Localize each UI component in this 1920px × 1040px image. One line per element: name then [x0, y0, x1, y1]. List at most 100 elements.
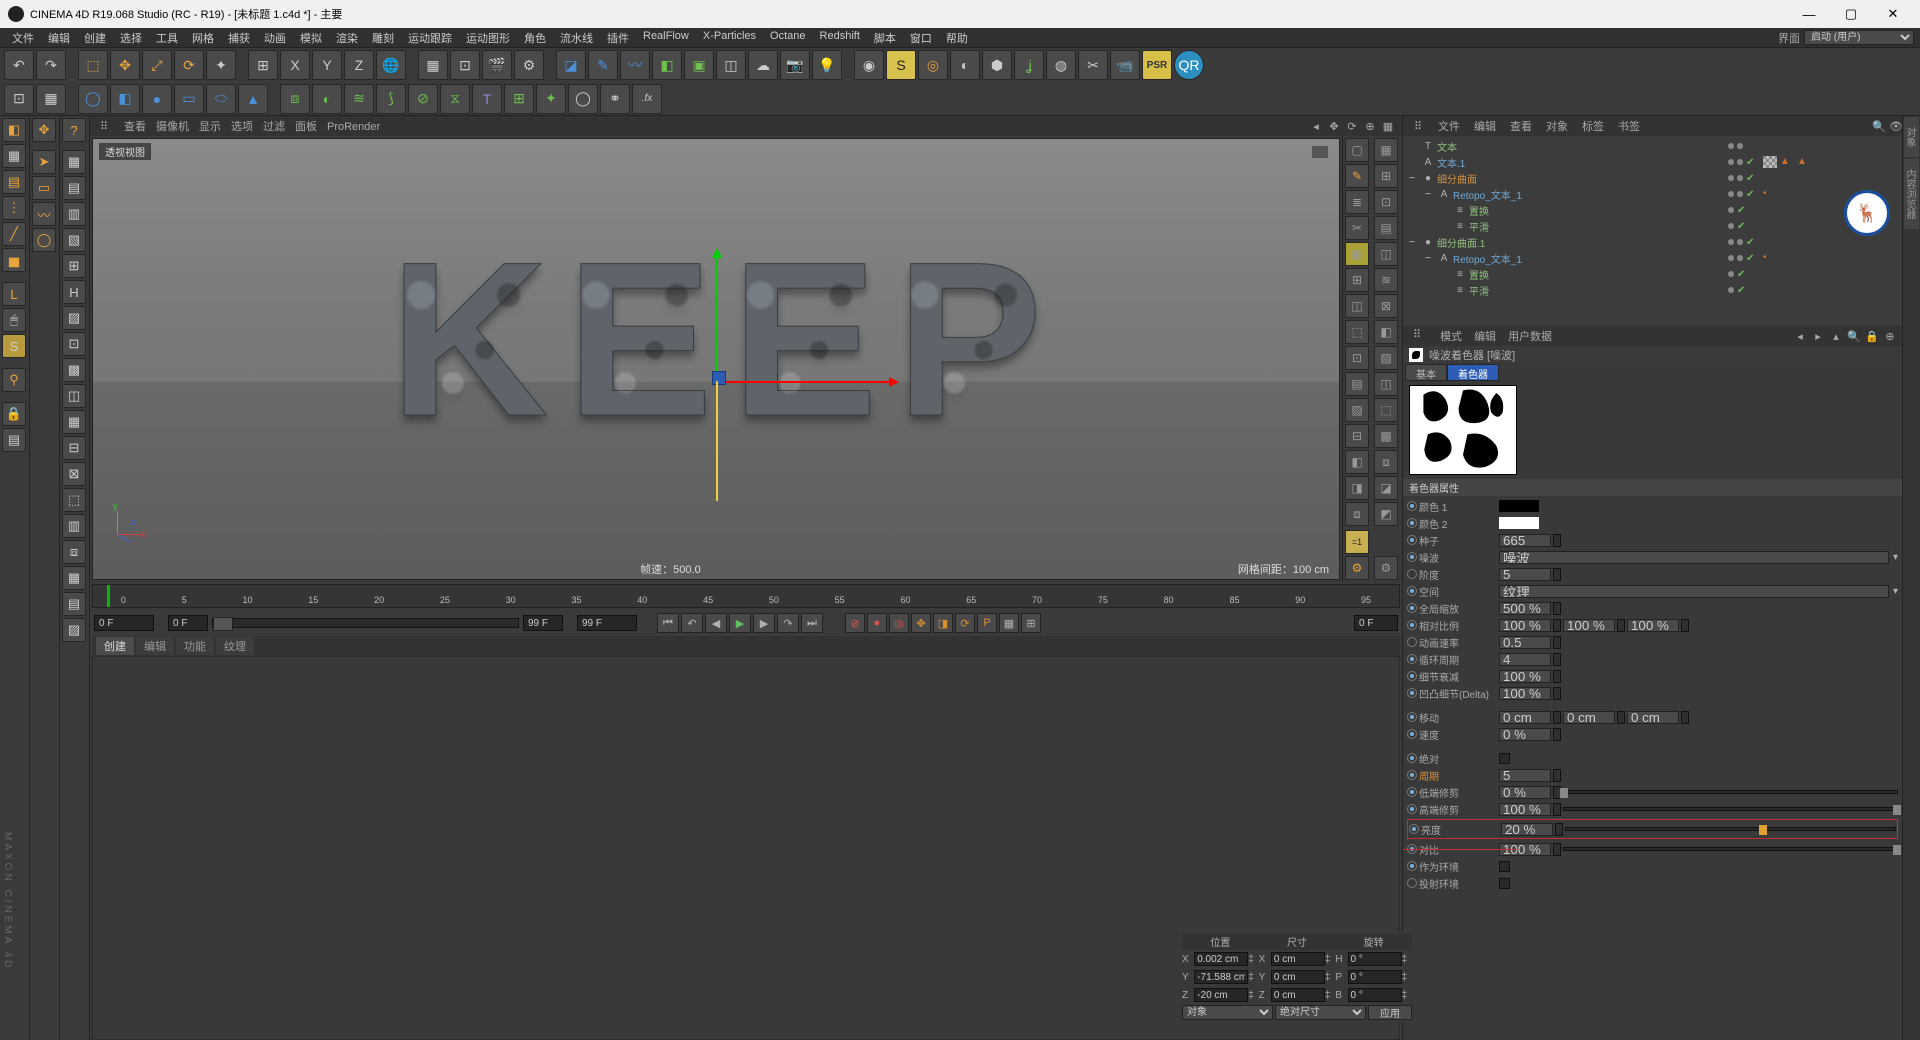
- mesh-cmd-15[interactable]: ▥: [62, 514, 86, 538]
- axis-mode[interactable]: L: [2, 282, 26, 306]
- rvtb-3[interactable]: ⊡: [1374, 190, 1398, 214]
- rvt-5[interactable]: ⊞: [1345, 268, 1369, 292]
- viewport-tab[interactable]: 面板: [290, 120, 322, 134]
- vp-nav-2[interactable]: ✥: [1326, 118, 1342, 134]
- menu-item[interactable]: 插件: [601, 28, 635, 48]
- plugin-j-button[interactable]: ʝ: [1014, 50, 1044, 80]
- qr-button[interactable]: QR: [1174, 50, 1204, 80]
- render-region-button[interactable]: ⊡: [450, 50, 480, 80]
- menu-item[interactable]: 编辑: [42, 28, 76, 48]
- vp-nav-3[interactable]: ⟳: [1344, 118, 1360, 134]
- loft-button[interactable]: ≋: [344, 84, 374, 114]
- frame-end-field[interactable]: [577, 615, 637, 631]
- edge-tab-2[interactable]: 内容浏览器: [1904, 159, 1919, 229]
- menu-item[interactable]: 工具: [150, 28, 184, 48]
- knife-tool[interactable]: ✂: [1078, 50, 1108, 80]
- rvt-3[interactable]: ✂: [1345, 216, 1369, 240]
- rvtb-13[interactable]: ⧈: [1374, 450, 1398, 474]
- menu-item[interactable]: 创建: [78, 28, 112, 48]
- x-axis-button[interactable]: X: [280, 50, 310, 80]
- menu-item[interactable]: 运动跟踪: [402, 28, 458, 48]
- value-input[interactable]: [1501, 823, 1553, 836]
- object-row[interactable]: ≡平滑✔: [1407, 218, 1898, 234]
- menu-item[interactable]: 模拟: [294, 28, 328, 48]
- next-frame-button[interactable]: ▶: [753, 613, 775, 633]
- attr-tab[interactable]: 基本: [1405, 364, 1447, 381]
- xparticles-button[interactable]: ⬢: [982, 50, 1012, 80]
- rvt-8[interactable]: ⊡: [1345, 346, 1369, 370]
- rot-input[interactable]: [1348, 952, 1402, 966]
- scale-tool[interactable]: ⤢: [142, 50, 172, 80]
- mesh-cmd-19[interactable]: ▨: [62, 618, 86, 642]
- menu-item[interactable]: 窗口: [904, 28, 938, 48]
- cube-button[interactable]: ◧: [110, 84, 140, 114]
- shader-preview[interactable]: [1409, 385, 1517, 475]
- range-end-field[interactable]: [523, 615, 563, 631]
- next-key-button[interactable]: ↷: [777, 613, 799, 633]
- menu-item[interactable]: 选择: [114, 28, 148, 48]
- grip-icon[interactable]: ⠿: [1407, 119, 1423, 134]
- value-input[interactable]: [1499, 687, 1551, 700]
- objmgr-tab[interactable]: 查看: [1503, 120, 1539, 134]
- gear-icon[interactable]: ⚙: [1345, 556, 1369, 580]
- redo-button[interactable]: ↷: [36, 50, 66, 80]
- mesh-cmd-16[interactable]: ⧈: [62, 540, 86, 564]
- mesh-cmd-10[interactable]: ◫: [62, 384, 86, 408]
- coord-mode-select[interactable]: 对象: [1182, 1005, 1273, 1020]
- attr-tab[interactable]: 着色器: [1447, 364, 1499, 381]
- vp-nav-5[interactable]: ▦: [1380, 118, 1396, 134]
- frame-1-button[interactable]: =1: [1345, 530, 1369, 554]
- value-input[interactable]: [1627, 711, 1679, 724]
- viewport-tab[interactable]: 显示: [194, 120, 226, 134]
- undo-button[interactable]: ↶: [4, 50, 34, 80]
- objmgr-tab[interactable]: 对象: [1539, 120, 1575, 134]
- rvtb-7[interactable]: ⊠: [1374, 294, 1398, 318]
- eye-icon[interactable]: 👁: [1882, 119, 1898, 134]
- key-pla-button[interactable]: ▦: [999, 613, 1019, 633]
- move-icon[interactable]: ✥: [32, 118, 56, 142]
- rect-select[interactable]: ▭: [32, 176, 56, 200]
- menu-item[interactable]: Octane: [764, 28, 811, 48]
- search-icon[interactable]: 🔍: [1865, 119, 1881, 134]
- sweep-button[interactable]: ⟆: [376, 84, 406, 114]
- menu-item[interactable]: 角色: [518, 28, 552, 48]
- frame-current-field[interactable]: [1354, 615, 1398, 631]
- plugin-octane-button[interactable]: ◎: [918, 50, 948, 80]
- workplane-mode[interactable]: ▤: [2, 170, 26, 194]
- pos-input[interactable]: [1194, 970, 1248, 984]
- model-mode[interactable]: 🖱: [2, 308, 26, 332]
- edge-tab-1[interactable]: 对象: [1904, 117, 1919, 157]
- select-input[interactable]: [1499, 551, 1889, 564]
- psr-button[interactable]: PSR: [1142, 50, 1172, 80]
- menu-item[interactable]: X-Particles: [697, 28, 762, 48]
- z-axis-button[interactable]: Z: [344, 50, 374, 80]
- vp-nav-4[interactable]: ⊕: [1362, 118, 1378, 134]
- mesh-cmd-2[interactable]: ▤: [62, 176, 86, 200]
- material-tab[interactable]: 纹理: [216, 637, 254, 655]
- select-input[interactable]: [1499, 585, 1889, 598]
- rvtb-14[interactable]: ◪: [1374, 476, 1398, 500]
- polygon-mode[interactable]: ▅: [2, 248, 26, 272]
- rvtb-11[interactable]: ⬚: [1374, 398, 1398, 422]
- slider[interactable]: [1563, 790, 1898, 794]
- object-row[interactable]: ≡置换✔: [1407, 266, 1898, 282]
- object-row[interactable]: −ARetopo_文本_1✔•: [1407, 186, 1898, 202]
- checkbox[interactable]: [1499, 753, 1510, 764]
- value-input[interactable]: [1627, 619, 1679, 632]
- value-input[interactable]: [1499, 803, 1551, 816]
- search-icon[interactable]: 🔍: [1846, 329, 1862, 343]
- viewport-tab[interactable]: ProRender: [322, 120, 385, 134]
- layout-select[interactable]: 启动 (用户): [1804, 30, 1914, 45]
- size-input[interactable]: [1271, 988, 1325, 1002]
- slider[interactable]: [1565, 827, 1896, 831]
- material-tab[interactable]: 功能: [176, 637, 214, 655]
- magnet-button[interactable]: ⚲: [2, 368, 26, 392]
- color-swatch[interactable]: [1499, 500, 1539, 512]
- goto-end-button[interactable]: ⏭: [801, 613, 823, 633]
- environment-button[interactable]: ☁: [748, 50, 778, 80]
- prev-key-button[interactable]: ↶: [681, 613, 703, 633]
- mesh-cmd-11[interactable]: ▦: [62, 410, 86, 434]
- y-axis-button[interactable]: Y: [312, 50, 342, 80]
- move-tool[interactable]: ✥: [110, 50, 140, 80]
- viewport-layout-button[interactable]: ▦: [36, 84, 66, 114]
